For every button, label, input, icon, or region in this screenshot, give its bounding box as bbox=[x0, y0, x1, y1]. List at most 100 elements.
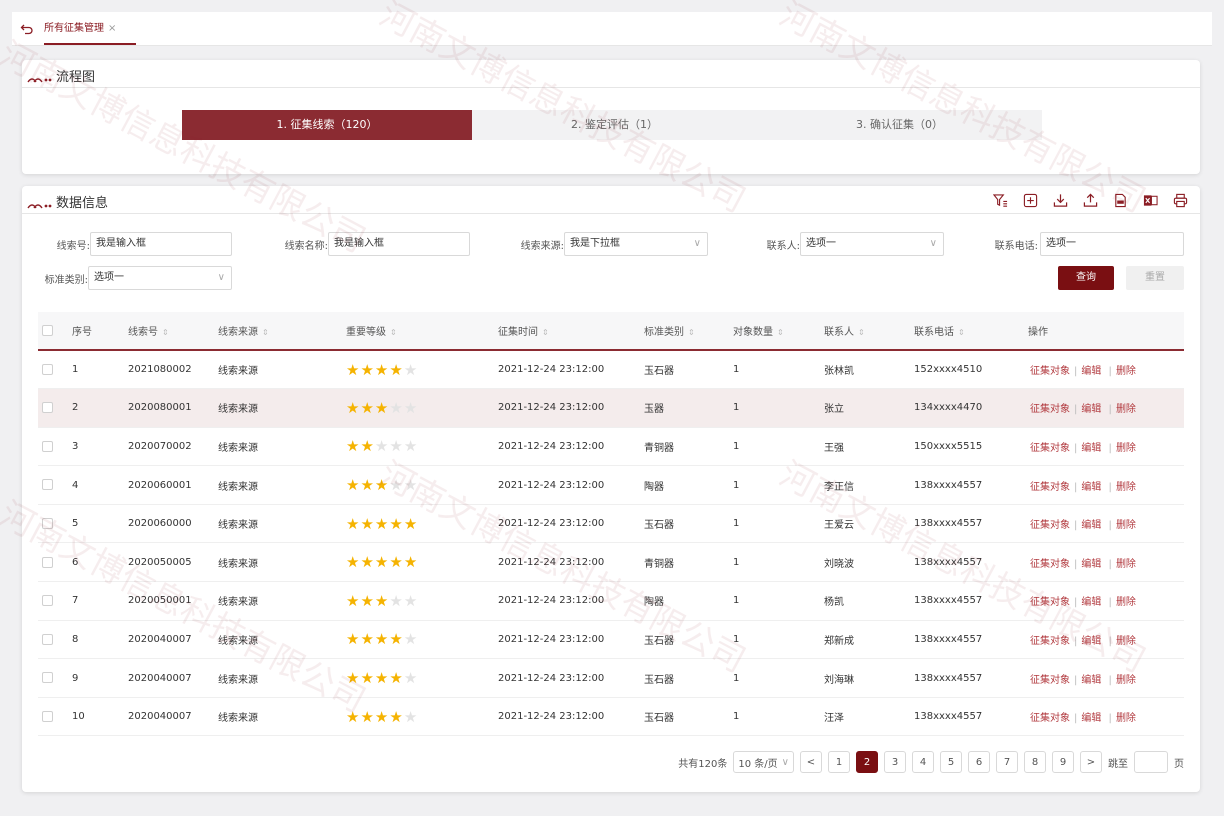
page-size-select[interactable]: 10 条/页 ∨ bbox=[733, 751, 794, 773]
edit-link[interactable]: 编辑 bbox=[1081, 597, 1101, 608]
prev-page-button[interactable]: < bbox=[800, 751, 822, 773]
header-phone[interactable]: 联系电话 ⇕ bbox=[910, 312, 1024, 350]
edit-link[interactable]: 编辑 bbox=[1081, 559, 1101, 570]
header-contact[interactable]: 联系人 ⇕ bbox=[820, 312, 910, 350]
delete-link[interactable]: 删除 bbox=[1116, 366, 1136, 377]
edit-link[interactable]: 编辑 bbox=[1081, 713, 1101, 724]
delete-link[interactable]: 删除 bbox=[1116, 404, 1136, 415]
row-checkbox[interactable] bbox=[42, 440, 53, 452]
next-page-button[interactable]: > bbox=[1080, 751, 1102, 773]
header-level[interactable]: 重要等级 ⇕ bbox=[342, 312, 494, 350]
tab-all-collection[interactable]: 所有征集管理 × bbox=[44, 12, 116, 46]
delete-link[interactable]: 删除 bbox=[1116, 597, 1136, 608]
page-button[interactable]: 6 bbox=[968, 751, 990, 773]
row-checkbox[interactable] bbox=[42, 402, 53, 414]
collect-object-link[interactable]: 征集对象 bbox=[1030, 636, 1070, 647]
collect-object-link[interactable]: 征集对象 bbox=[1030, 404, 1070, 415]
collect-object-link[interactable]: 征集对象 bbox=[1030, 520, 1070, 531]
category-select[interactable]: 选项一 ∨ bbox=[88, 266, 232, 290]
table-row[interactable]: 6 2020050005 线索来源 ★★★★★ 2021-12-24 23:12:00 青… bbox=[38, 542, 1184, 583]
edit-link[interactable]: 编辑 bbox=[1081, 636, 1101, 647]
header-category[interactable]: 标准类别 ⇕ bbox=[640, 312, 729, 350]
header-source[interactable]: 线索来源 ⇕ bbox=[214, 312, 342, 350]
upload-icon[interactable] bbox=[1080, 190, 1100, 210]
delete-link[interactable]: 删除 bbox=[1116, 482, 1136, 493]
delete-link[interactable]: 删除 bbox=[1116, 675, 1136, 686]
step-appraisal[interactable]: 2. 鉴定评估（1） bbox=[472, 110, 757, 140]
header-qty[interactable]: 对象数量 ⇕ bbox=[729, 312, 820, 350]
sort-icon[interactable]: ⇕ bbox=[777, 328, 784, 337]
phone-input[interactable]: 选项一 bbox=[1040, 232, 1184, 256]
table-row[interactable]: 4 2020060001 线索来源 ★★★★★ 2021-12-24 23:12:00 陶… bbox=[38, 465, 1184, 505]
query-button[interactable]: 查询 bbox=[1058, 266, 1114, 290]
row-checkbox[interactable] bbox=[42, 363, 53, 375]
page-button[interactable]: 3 bbox=[884, 751, 906, 773]
page-button[interactable]: 4 bbox=[912, 751, 934, 773]
row-checkbox[interactable] bbox=[42, 672, 53, 684]
edit-link[interactable]: 编辑 bbox=[1081, 443, 1101, 454]
page-button[interactable]: 1 bbox=[828, 751, 850, 773]
delete-link[interactable]: 删除 bbox=[1116, 520, 1136, 531]
delete-link[interactable]: 删除 bbox=[1116, 559, 1136, 570]
table-row[interactable]: 5 2020060000 线索来源 ★★★★★ 2021-12-24 23:12:00 玉… bbox=[38, 504, 1184, 544]
collect-object-link[interactable]: 征集对象 bbox=[1030, 597, 1070, 608]
delete-link[interactable]: 删除 bbox=[1116, 636, 1136, 647]
back-icon[interactable] bbox=[20, 22, 34, 36]
table-row[interactable]: 9 2020040007 线索来源 ★★★★★ 2021-12-24 23:12:00 玉… bbox=[38, 658, 1184, 698]
page-button[interactable]: 9 bbox=[1052, 751, 1074, 773]
header-clue-no[interactable]: 线索号 ⇕ bbox=[124, 312, 214, 350]
table-row[interactable]: 10 2020040007 线索来源 ★★★★★ 2021-12-24 23:12:00… bbox=[38, 697, 1184, 737]
contact-select[interactable]: 选项一 ∨ bbox=[800, 232, 944, 256]
row-checkbox[interactable] bbox=[42, 556, 53, 568]
edit-link[interactable]: 编辑 bbox=[1081, 482, 1101, 493]
row-checkbox[interactable] bbox=[42, 479, 53, 491]
table-row[interactable]: 7 2020050001 线索来源 ★★★★★ 2021-12-24 23:12:00 陶… bbox=[38, 581, 1184, 621]
collect-object-link[interactable]: 征集对象 bbox=[1030, 675, 1070, 686]
collect-object-link[interactable]: 征集对象 bbox=[1030, 482, 1070, 493]
reset-button[interactable]: 重置 bbox=[1126, 266, 1184, 290]
tab-close-icon[interactable]: × bbox=[108, 23, 116, 34]
collect-object-link[interactable]: 征集对象 bbox=[1030, 559, 1070, 570]
sort-icon[interactable]: ⇕ bbox=[262, 328, 269, 337]
table-row[interactable]: 3 2020070002 线索来源 ★★★★★ 2021-12-24 23:12:00 青… bbox=[38, 427, 1184, 467]
row-checkbox[interactable] bbox=[42, 633, 53, 645]
sort-icon[interactable]: ⇕ bbox=[958, 328, 965, 337]
collect-object-link[interactable]: 征集对象 bbox=[1030, 713, 1070, 724]
edit-link[interactable]: 编辑 bbox=[1081, 404, 1101, 415]
table-row[interactable]: 8 2020040007 线索来源 ★★★★★ 2021-12-24 23:12:00 玉… bbox=[38, 620, 1184, 660]
row-checkbox[interactable] bbox=[42, 710, 53, 722]
sort-icon[interactable]: ⇕ bbox=[688, 328, 695, 337]
delete-link[interactable]: 删除 bbox=[1116, 443, 1136, 454]
clue-source-select[interactable]: 我是下拉框 ∨ bbox=[564, 232, 708, 256]
sort-icon[interactable]: ⇕ bbox=[390, 328, 397, 337]
download-icon[interactable] bbox=[1050, 190, 1070, 210]
delete-link[interactable]: 删除 bbox=[1116, 713, 1136, 724]
edit-link[interactable]: 编辑 bbox=[1081, 520, 1101, 531]
clue-name-input[interactable]: 我是输入框 bbox=[328, 232, 470, 256]
page-button[interactable]: 8 bbox=[1024, 751, 1046, 773]
jump-page-input[interactable] bbox=[1134, 751, 1168, 773]
collect-object-link[interactable]: 征集对象 bbox=[1030, 443, 1070, 454]
sort-icon[interactable]: ⇕ bbox=[858, 328, 865, 337]
sort-icon[interactable]: ⇕ bbox=[542, 328, 549, 337]
page-button[interactable]: 2 bbox=[856, 751, 878, 773]
filter-icon[interactable] bbox=[990, 190, 1010, 210]
excel-icon[interactable] bbox=[1140, 190, 1160, 210]
step-confirm[interactable]: 3. 确认征集（0） bbox=[757, 110, 1042, 140]
sort-icon[interactable]: ⇕ bbox=[162, 328, 169, 337]
csv-icon[interactable] bbox=[1110, 190, 1130, 210]
table-row[interactable]: 1 2021080002 线索来源 ★★★★★ 2021-12-24 23:12:00 玉… bbox=[38, 350, 1184, 390]
select-all-checkbox[interactable] bbox=[42, 324, 53, 336]
table-row[interactable]: 2 2020080001 线索来源 ★★★★★ 2021-12-24 23:12:00 玉… bbox=[38, 388, 1184, 428]
header-time[interactable]: 征集时间 ⇕ bbox=[494, 312, 640, 350]
print-icon[interactable] bbox=[1170, 190, 1190, 210]
step-collect-clues[interactable]: 1. 征集线索（120） bbox=[182, 110, 486, 140]
add-icon[interactable] bbox=[1020, 190, 1040, 210]
page-button[interactable]: 7 bbox=[996, 751, 1018, 773]
edit-link[interactable]: 编辑 bbox=[1081, 675, 1101, 686]
collect-object-link[interactable]: 征集对象 bbox=[1030, 366, 1070, 377]
row-checkbox[interactable] bbox=[42, 517, 53, 529]
row-checkbox[interactable] bbox=[42, 595, 53, 607]
clue-no-input[interactable]: 我是输入框 bbox=[90, 232, 232, 256]
edit-link[interactable]: 编辑 bbox=[1081, 366, 1101, 377]
